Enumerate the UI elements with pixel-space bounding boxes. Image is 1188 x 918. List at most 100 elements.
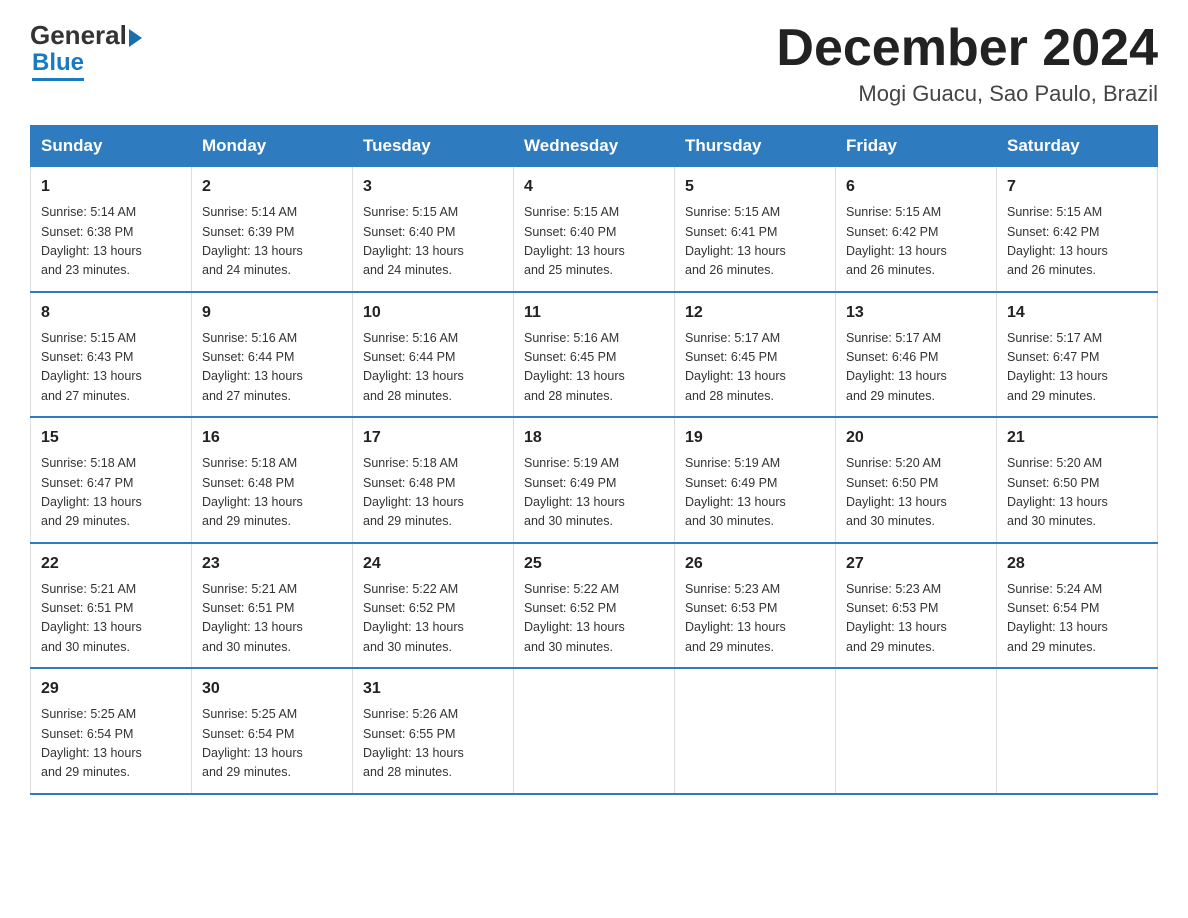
logo-text: General bbox=[30, 20, 142, 51]
title-block: December 2024 Mogi Guacu, Sao Paulo, Bra… bbox=[776, 20, 1158, 107]
day-info: Sunrise: 5:14 AM Sunset: 6:38 PM Dayligh… bbox=[41, 203, 181, 281]
day-number: 1 bbox=[41, 175, 181, 199]
day-number: 17 bbox=[363, 426, 503, 450]
page-header: General Blue December 2024 Mogi Guacu, S… bbox=[30, 20, 1158, 107]
calendar-day-cell: 23 Sunrise: 5:21 AM Sunset: 6:51 PM Dayli… bbox=[192, 543, 353, 669]
day-info: Sunrise: 5:15 AM Sunset: 6:40 PM Dayligh… bbox=[524, 203, 664, 281]
calendar-day-cell: 21 Sunrise: 5:20 AM Sunset: 6:50 PM Dayli… bbox=[997, 417, 1158, 543]
day-number: 24 bbox=[363, 552, 503, 576]
day-number: 20 bbox=[846, 426, 986, 450]
col-header-wednesday: Wednesday bbox=[514, 126, 675, 167]
day-info: Sunrise: 5:22 AM Sunset: 6:52 PM Dayligh… bbox=[524, 580, 664, 658]
calendar-header-row: SundayMondayTuesdayWednesdayThursdayFrid… bbox=[31, 126, 1158, 167]
day-info: Sunrise: 5:25 AM Sunset: 6:54 PM Dayligh… bbox=[41, 705, 181, 783]
day-number: 18 bbox=[524, 426, 664, 450]
calendar-week-row: 22 Sunrise: 5:21 AM Sunset: 6:51 PM Dayli… bbox=[31, 543, 1158, 669]
day-number: 21 bbox=[1007, 426, 1147, 450]
day-number: 10 bbox=[363, 301, 503, 325]
col-header-monday: Monday bbox=[192, 126, 353, 167]
day-info: Sunrise: 5:16 AM Sunset: 6:45 PM Dayligh… bbox=[524, 329, 664, 407]
day-number: 12 bbox=[685, 301, 825, 325]
calendar-day-cell: 12 Sunrise: 5:17 AM Sunset: 6:45 PM Dayli… bbox=[675, 292, 836, 418]
calendar-week-row: 8 Sunrise: 5:15 AM Sunset: 6:43 PM Daylig… bbox=[31, 292, 1158, 418]
day-number: 25 bbox=[524, 552, 664, 576]
day-info: Sunrise: 5:26 AM Sunset: 6:55 PM Dayligh… bbox=[363, 705, 503, 783]
day-number: 15 bbox=[41, 426, 181, 450]
calendar-day-cell bbox=[997, 668, 1158, 794]
day-number: 19 bbox=[685, 426, 825, 450]
calendar-day-cell: 2Sunrise: 5:14 AM Sunset: 6:39 PM Daylig… bbox=[192, 167, 353, 292]
calendar-day-cell: 4 Sunrise: 5:15 AM Sunset: 6:40 PM Daylig… bbox=[514, 167, 675, 292]
day-info: Sunrise: 5:24 AM Sunset: 6:54 PM Dayligh… bbox=[1007, 580, 1147, 658]
col-header-sunday: Sunday bbox=[31, 126, 192, 167]
calendar-week-row: 15 Sunrise: 5:18 AM Sunset: 6:47 PM Dayli… bbox=[31, 417, 1158, 543]
day-info: Sunrise: 5:15 AM Sunset: 6:42 PM Dayligh… bbox=[1007, 203, 1147, 281]
day-number: 5 bbox=[685, 175, 825, 199]
calendar-day-cell: 10Sunrise: 5:16 AM Sunset: 6:44 PM Dayli… bbox=[353, 292, 514, 418]
calendar-day-cell: 14Sunrise: 5:17 AM Sunset: 6:47 PM Dayli… bbox=[997, 292, 1158, 418]
day-info: Sunrise: 5:19 AM Sunset: 6:49 PM Dayligh… bbox=[685, 454, 825, 532]
day-info: Sunrise: 5:18 AM Sunset: 6:47 PM Dayligh… bbox=[41, 454, 181, 532]
calendar-day-cell: 7Sunrise: 5:15 AM Sunset: 6:42 PM Daylig… bbox=[997, 167, 1158, 292]
day-info: Sunrise: 5:20 AM Sunset: 6:50 PM Dayligh… bbox=[846, 454, 986, 532]
calendar-day-cell: 20 Sunrise: 5:20 AM Sunset: 6:50 PM Dayli… bbox=[836, 417, 997, 543]
day-number: 9 bbox=[202, 301, 342, 325]
calendar-day-cell: 19 Sunrise: 5:19 AM Sunset: 6:49 PM Dayli… bbox=[675, 417, 836, 543]
day-number: 23 bbox=[202, 552, 342, 576]
calendar-week-row: 1 Sunrise: 5:14 AM Sunset: 6:38 PM Daylig… bbox=[31, 167, 1158, 292]
calendar-day-cell: 31 Sunrise: 5:26 AM Sunset: 6:55 PM Dayli… bbox=[353, 668, 514, 794]
day-number: 6 bbox=[846, 175, 986, 199]
day-number: 28 bbox=[1007, 552, 1147, 576]
day-number: 22 bbox=[41, 552, 181, 576]
col-header-tuesday: Tuesday bbox=[353, 126, 514, 167]
day-info: Sunrise: 5:21 AM Sunset: 6:51 PM Dayligh… bbox=[202, 580, 342, 658]
day-info: Sunrise: 5:15 AM Sunset: 6:42 PM Dayligh… bbox=[846, 203, 986, 281]
calendar-day-cell: 22Sunrise: 5:21 AM Sunset: 6:51 PM Dayli… bbox=[31, 543, 192, 669]
day-number: 29 bbox=[41, 677, 181, 701]
calendar-day-cell: 15 Sunrise: 5:18 AM Sunset: 6:47 PM Dayli… bbox=[31, 417, 192, 543]
day-info: Sunrise: 5:18 AM Sunset: 6:48 PM Dayligh… bbox=[202, 454, 342, 532]
calendar-day-cell: 11 Sunrise: 5:16 AM Sunset: 6:45 PM Dayli… bbox=[514, 292, 675, 418]
calendar-day-cell: 26Sunrise: 5:23 AM Sunset: 6:53 PM Dayli… bbox=[675, 543, 836, 669]
calendar-day-cell: 29 Sunrise: 5:25 AM Sunset: 6:54 PM Dayli… bbox=[31, 668, 192, 794]
day-number: 27 bbox=[846, 552, 986, 576]
calendar-day-cell: 5Sunrise: 5:15 AM Sunset: 6:41 PM Daylig… bbox=[675, 167, 836, 292]
day-info: Sunrise: 5:18 AM Sunset: 6:48 PM Dayligh… bbox=[363, 454, 503, 532]
day-number: 4 bbox=[524, 175, 664, 199]
day-number: 31 bbox=[363, 677, 503, 701]
day-info: Sunrise: 5:15 AM Sunset: 6:43 PM Dayligh… bbox=[41, 329, 181, 407]
day-number: 11 bbox=[524, 301, 664, 325]
day-info: Sunrise: 5:22 AM Sunset: 6:52 PM Dayligh… bbox=[363, 580, 503, 658]
calendar-day-cell: 13Sunrise: 5:17 AM Sunset: 6:46 PM Dayli… bbox=[836, 292, 997, 418]
calendar-day-cell: 28 Sunrise: 5:24 AM Sunset: 6:54 PM Dayli… bbox=[997, 543, 1158, 669]
logo-blue-text: Blue bbox=[32, 49, 84, 81]
calendar-day-cell: 18Sunrise: 5:19 AM Sunset: 6:49 PM Dayli… bbox=[514, 417, 675, 543]
day-info: Sunrise: 5:17 AM Sunset: 6:46 PM Dayligh… bbox=[846, 329, 986, 407]
day-info: Sunrise: 5:25 AM Sunset: 6:54 PM Dayligh… bbox=[202, 705, 342, 783]
calendar-day-cell: 16 Sunrise: 5:18 AM Sunset: 6:48 PM Dayli… bbox=[192, 417, 353, 543]
day-number: 16 bbox=[202, 426, 342, 450]
col-header-saturday: Saturday bbox=[997, 126, 1158, 167]
calendar-day-cell: 27Sunrise: 5:23 AM Sunset: 6:53 PM Dayli… bbox=[836, 543, 997, 669]
month-title: December 2024 bbox=[776, 20, 1158, 77]
logo: General Blue bbox=[30, 20, 142, 81]
calendar-day-cell: 24 Sunrise: 5:22 AM Sunset: 6:52 PM Dayli… bbox=[353, 543, 514, 669]
calendar-day-cell bbox=[836, 668, 997, 794]
location-subtitle: Mogi Guacu, Sao Paulo, Brazil bbox=[776, 81, 1158, 107]
calendar-day-cell bbox=[514, 668, 675, 794]
day-number: 14 bbox=[1007, 301, 1147, 325]
calendar-table: SundayMondayTuesdayWednesdayThursdayFrid… bbox=[30, 125, 1158, 795]
day-number: 2 bbox=[202, 175, 342, 199]
col-header-friday: Friday bbox=[836, 126, 997, 167]
calendar-day-cell: 17 Sunrise: 5:18 AM Sunset: 6:48 PM Dayli… bbox=[353, 417, 514, 543]
day-number: 8 bbox=[41, 301, 181, 325]
day-number: 30 bbox=[202, 677, 342, 701]
day-info: Sunrise: 5:17 AM Sunset: 6:45 PM Dayligh… bbox=[685, 329, 825, 407]
day-info: Sunrise: 5:15 AM Sunset: 6:40 PM Dayligh… bbox=[363, 203, 503, 281]
day-info: Sunrise: 5:20 AM Sunset: 6:50 PM Dayligh… bbox=[1007, 454, 1147, 532]
calendar-day-cell bbox=[675, 668, 836, 794]
col-header-thursday: Thursday bbox=[675, 126, 836, 167]
calendar-day-cell: 25 Sunrise: 5:22 AM Sunset: 6:52 PM Dayli… bbox=[514, 543, 675, 669]
calendar-day-cell: 8 Sunrise: 5:15 AM Sunset: 6:43 PM Daylig… bbox=[31, 292, 192, 418]
calendar-day-cell: 3Sunrise: 5:15 AM Sunset: 6:40 PM Daylig… bbox=[353, 167, 514, 292]
